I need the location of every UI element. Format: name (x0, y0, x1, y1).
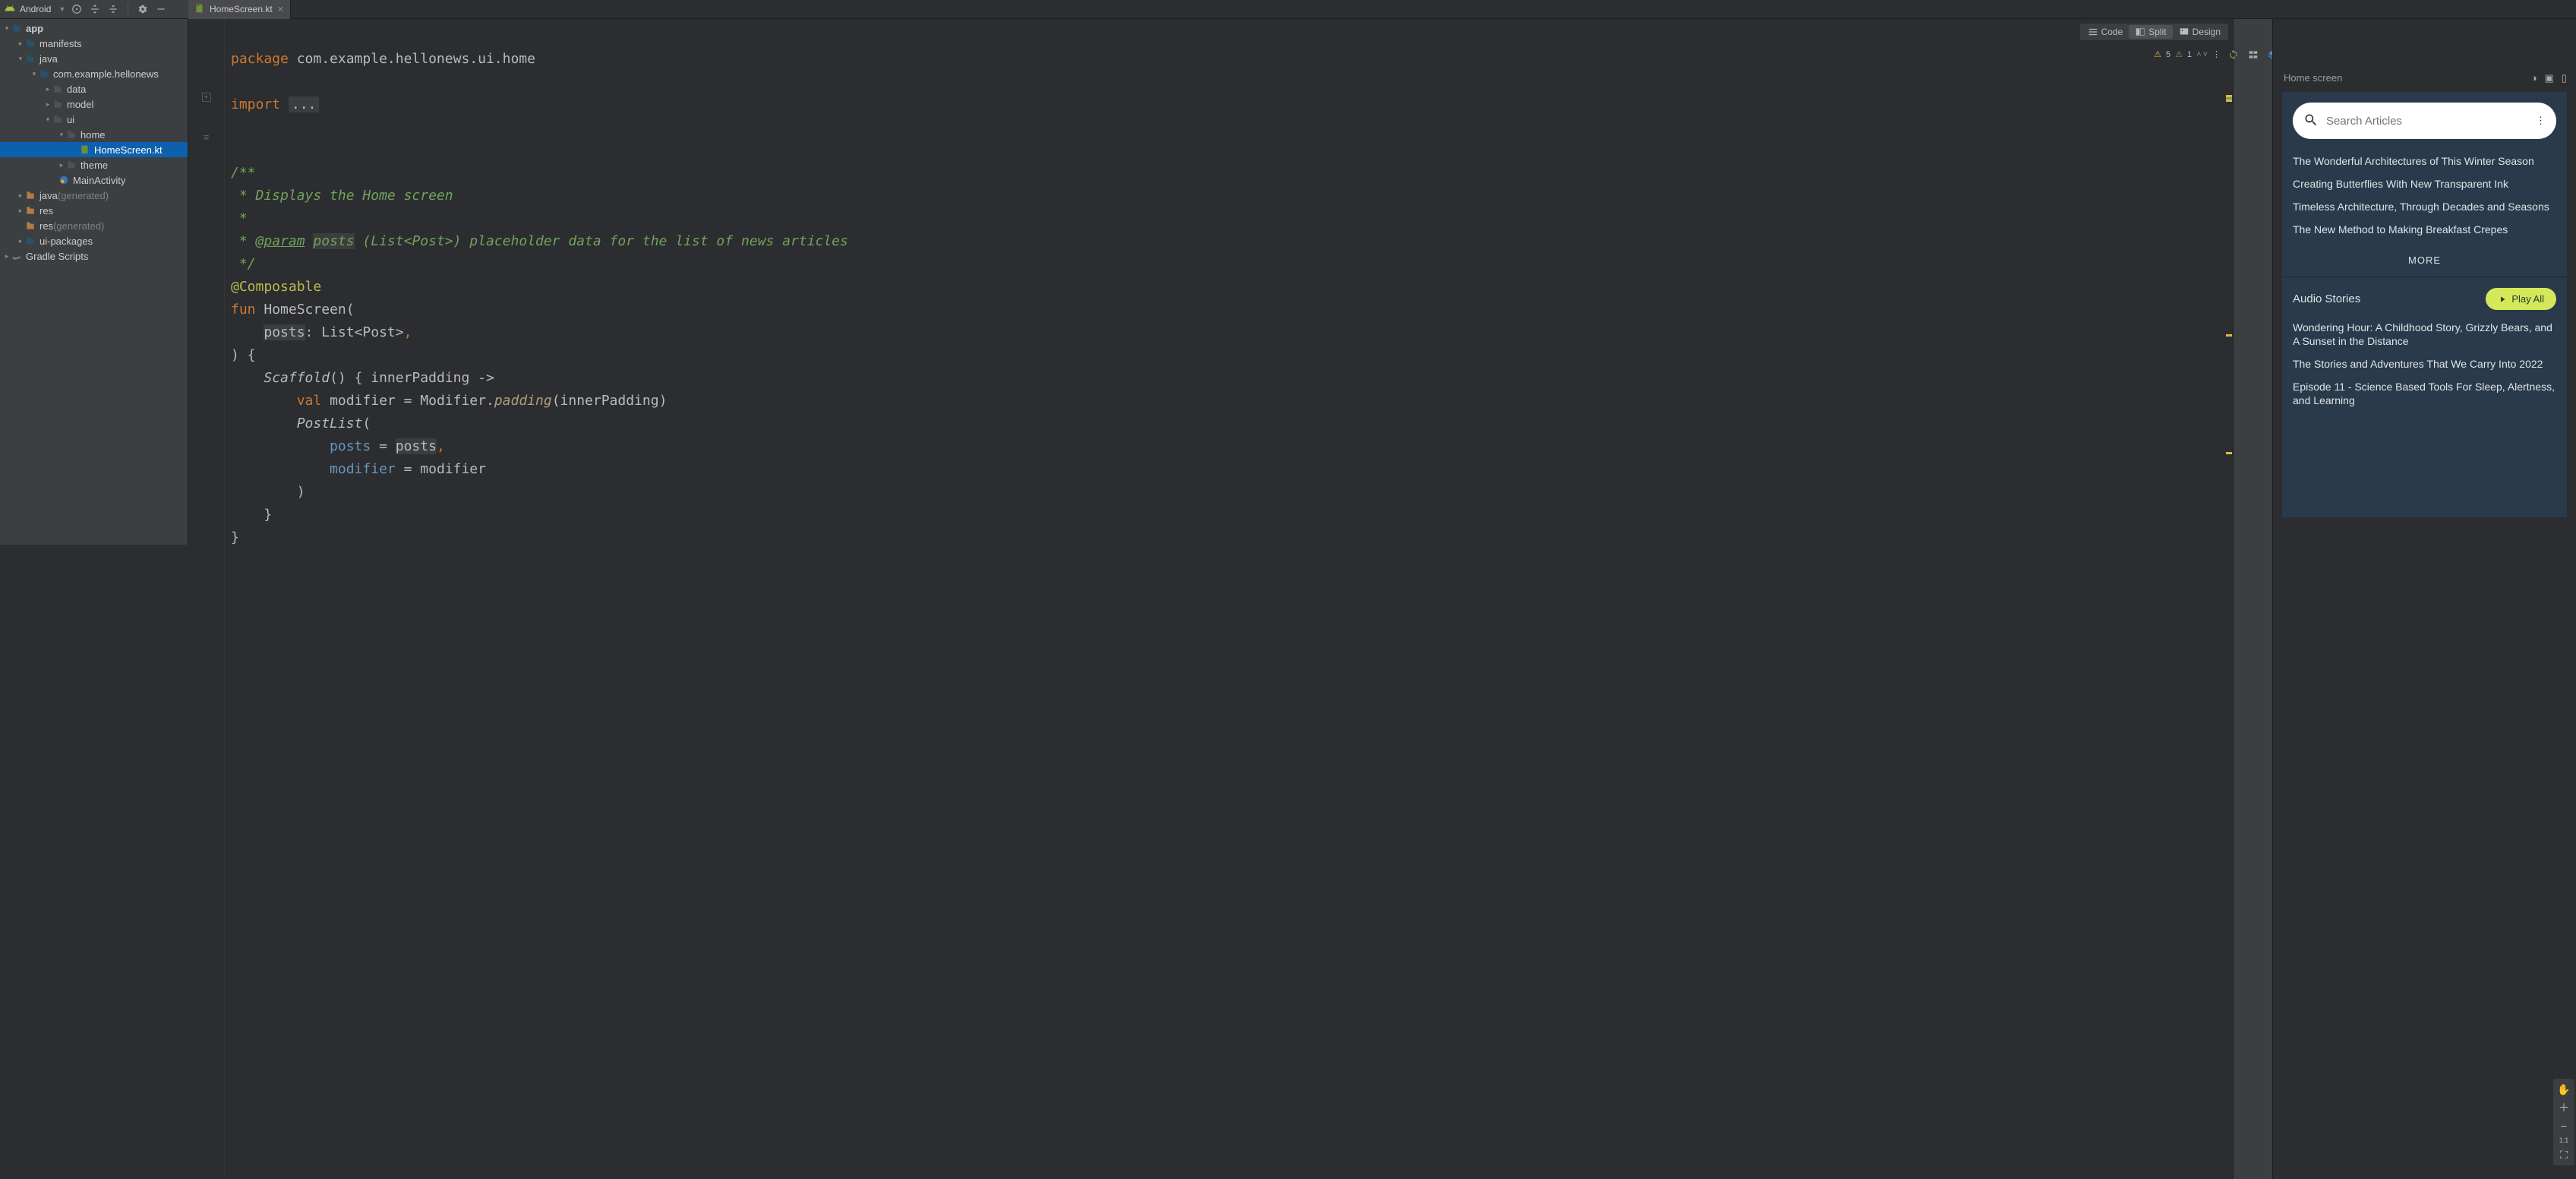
article-item[interactable]: The Wonderful Architectures of This Wint… (2293, 150, 2556, 172)
more-inspections-icon[interactable]: ⋮ (2212, 49, 2221, 59)
zoom-fit-icon[interactable]: ⛶ (2556, 1147, 2571, 1162)
tree-manifests[interactable]: ▸manifests (0, 36, 188, 51)
editor-minimap[interactable] (2224, 19, 2233, 1179)
compose-preview-pane: Home screen ◑ ▣ ▯ ⋮ The Wonderful Archit… (2272, 19, 2576, 1179)
play-all-button[interactable]: Play All (2486, 288, 2556, 310)
tree-res[interactable]: ▸res (0, 203, 188, 218)
pan-icon[interactable]: ✋ (2556, 1082, 2571, 1097)
editor-gutter[interactable]: + ≡ (188, 19, 225, 1179)
tree-res-gen[interactable]: res (generated) (0, 218, 188, 233)
more-vert-icon[interactable]: ⋮ (2536, 115, 2546, 127)
search-articles-field[interactable]: ⋮ (2293, 103, 2556, 139)
view-mode-toggle: Code Split Design (2080, 24, 2228, 40)
view-design-button[interactable]: Design (2173, 25, 2227, 39)
article-item[interactable]: Timeless Architecture, Through Decades a… (2293, 195, 2556, 218)
doc-structure-icon[interactable]: ≡ (204, 131, 210, 143)
zoom-out-icon[interactable]: − (2556, 1118, 2571, 1133)
collapse-all-icon[interactable] (106, 2, 120, 16)
hide-panel-icon[interactable] (154, 2, 168, 16)
tree-data[interactable]: ▸data (0, 81, 188, 96)
audio-item[interactable]: Episode 11 - Science Based Tools For Sle… (2293, 375, 2556, 412)
next-highlight-icon[interactable]: ˅ (2203, 50, 2208, 59)
tree-theme[interactable]: ▸theme (0, 157, 188, 172)
device-icon[interactable]: ▯ (2562, 72, 2567, 84)
article-list: The Wonderful Architectures of This Wint… (2282, 147, 2567, 244)
tab-label: HomeScreen.kt (210, 4, 273, 14)
tree-mainactivity[interactable]: MainActivity (0, 172, 188, 188)
preview-toolbar: ✔ (2233, 19, 2272, 1179)
zoom-controls: ✋ ＋ − 1:1 ⛶ (2553, 1079, 2574, 1165)
search-icon (2303, 112, 2319, 130)
project-sidebar: ▾app ▸manifests ▾java ▾com.example.hello… (0, 0, 188, 545)
expand-all-icon[interactable] (88, 2, 102, 16)
article-item[interactable]: The New Method to Making Breakfast Crepe… (2293, 218, 2556, 241)
typo-icon: ⚠ (2175, 49, 2183, 59)
prev-highlight-icon[interactable]: ˄ (2196, 50, 2201, 59)
preview-name-label: Home screen (2284, 72, 2342, 84)
code-editor: Code Split Design ⚠5 ⚠1 ˄˅ ⋮ + ≡ package… (188, 19, 2233, 1179)
tree-java-gen[interactable]: ▸java (generated) (0, 188, 188, 203)
fold-icon[interactable]: + (202, 93, 211, 102)
tree-package[interactable]: ▾com.example.hellonews (0, 66, 188, 81)
view-split-button[interactable]: Split (2129, 25, 2172, 39)
editor-tabs: HomeScreen.kt ✕ (188, 0, 2576, 19)
close-tab-icon[interactable]: ✕ (277, 5, 284, 14)
editor-inspection-indicators[interactable]: ⚠5 ⚠1 ˄˅ ⋮ (2154, 49, 2221, 59)
search-input[interactable] (2326, 115, 2528, 128)
more-button[interactable]: MORE (2282, 244, 2567, 277)
tree-java[interactable]: ▾java (0, 51, 188, 66)
zoom-reset-button[interactable]: 1:1 (2559, 1136, 2569, 1144)
tree-homescreen-file[interactable]: HomeScreen.kt (0, 142, 188, 157)
audio-story-list: Wondering Hour: A Childhood Story, Grizz… (2282, 313, 2567, 415)
interactive-mode-icon[interactable] (2246, 48, 2260, 62)
tab-homescreen[interactable]: HomeScreen.kt ✕ (188, 0, 291, 19)
gear-icon[interactable] (136, 2, 150, 16)
article-item[interactable]: Creating Butterflies With New Transparen… (2293, 172, 2556, 195)
deploy-preview-icon[interactable]: ▣ (2545, 72, 2554, 84)
tree-ui[interactable]: ▾ui (0, 112, 188, 127)
tree-ui-packages[interactable]: ▸ui-packages (0, 233, 188, 248)
tree-model[interactable]: ▸model (0, 96, 188, 112)
device-preview: ⋮ The Wonderful Architectures of This Wi… (2282, 92, 2567, 517)
tree-gradle[interactable]: ▸Gradle Scripts (0, 248, 188, 264)
tree-home[interactable]: ▾home (0, 127, 188, 142)
zoom-in-icon[interactable]: ＋ (2556, 1100, 2571, 1115)
animation-preview-icon[interactable]: ◑ (2531, 72, 2537, 84)
audio-item[interactable]: Wondering Hour: A Childhood Story, Grizz… (2293, 316, 2556, 352)
dropdown-arrow-icon[interactable]: ▼ (58, 5, 65, 13)
project-type-label[interactable]: Android (20, 4, 51, 14)
warning-icon: ⚠ (2154, 49, 2161, 59)
kotlin-file-icon (194, 3, 205, 16)
android-logo-icon (5, 3, 15, 16)
sync-icon[interactable] (70, 2, 84, 16)
audio-item[interactable]: The Stories and Adventures That We Carry… (2293, 352, 2556, 375)
audio-section-title: Audio Stories (2293, 292, 2360, 305)
view-code-button[interactable]: Code (2082, 25, 2129, 39)
refresh-preview-icon[interactable] (2227, 48, 2240, 62)
tree-root-app[interactable]: ▾app (0, 21, 188, 36)
code-area[interactable]: package com.example.hellonews.ui.home im… (225, 19, 2224, 1179)
